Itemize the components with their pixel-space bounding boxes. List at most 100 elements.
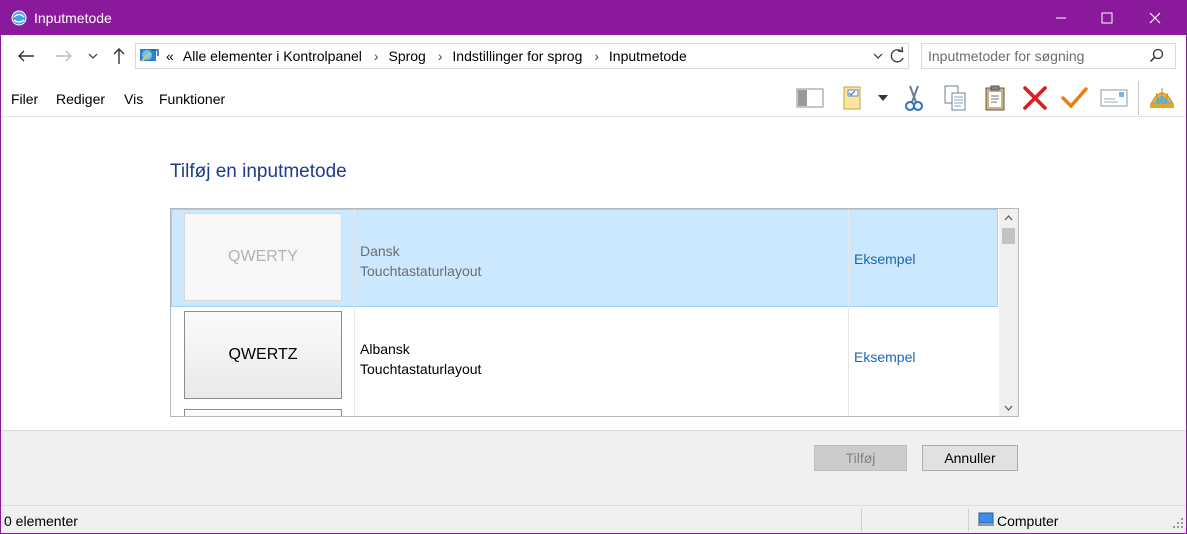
vertical-scrollbar[interactable] — [999, 209, 1018, 416]
recent-locations-button[interactable] — [84, 45, 102, 67]
control-panel-icon — [10, 9, 28, 27]
layout-name: Touchtastaturlayout — [360, 361, 482, 377]
page-title: Tilføj en inputmetode — [170, 161, 347, 182]
input-method-list[interactable]: QWERTY Dansk Touchtastaturlayout Eksempe… — [170, 208, 1019, 417]
minimize-button[interactable] — [1038, 1, 1084, 35]
breadcrumb-chevron-icon[interactable]: › — [438, 48, 443, 64]
chevron-up-icon — [1004, 214, 1013, 220]
paste-icon — [985, 85, 1005, 111]
address-bar[interactable]: « Alle elementer i Kontrolpanel › Sprog › … — [135, 43, 909, 69]
column-divider — [848, 405, 849, 416]
list-item-partial[interactable] — [171, 405, 998, 416]
close-icon — [1149, 12, 1161, 24]
language-info: Albansk Touchtastaturlayout — [360, 339, 481, 379]
menu-edit[interactable]: Rediger — [56, 91, 105, 107]
control-panel-location-icon — [138, 45, 160, 70]
folder-properties-button[interactable] — [839, 83, 869, 113]
computer-icon — [977, 512, 995, 531]
copy-button[interactable] — [940, 83, 970, 113]
layout-pane-button[interactable] — [795, 83, 825, 113]
breadcrumb-item[interactable]: Inputmetode — [609, 48, 687, 64]
arrow-right-icon — [56, 50, 72, 62]
example-link[interactable]: Eksempel — [854, 251, 915, 267]
email-button[interactable] — [1099, 83, 1129, 113]
cancel-button[interactable]: Annuller — [922, 445, 1018, 471]
dialog-footer: Tilføj Annuller — [1, 430, 1186, 506]
list-item[interactable]: QWERTZ Albansk Touchtastaturlayout Eksem… — [171, 307, 998, 405]
resize-grip-icon[interactable] — [1172, 516, 1184, 532]
status-divider — [861, 509, 862, 531]
column-divider — [848, 209, 849, 307]
chevron-down-icon — [873, 53, 883, 59]
cut-button[interactable] — [899, 83, 929, 113]
forward-button[interactable] — [53, 45, 75, 67]
shell-icon — [1150, 88, 1174, 108]
up-button[interactable] — [108, 45, 130, 67]
keyboard-preview: QWERTY — [184, 213, 342, 301]
scroll-down-button[interactable] — [999, 399, 1018, 416]
paste-button[interactable] — [980, 83, 1010, 113]
breadcrumb: « Alle elementer i Kontrolpanel › Sprog › … — [166, 48, 693, 64]
address-dropdown-button[interactable] — [872, 47, 884, 68]
status-bar: 0 elementer Computer — [1, 505, 1186, 533]
breadcrumb-item[interactable]: Sprog — [388, 48, 425, 64]
search-box[interactable] — [921, 43, 1176, 69]
maximize-icon — [1101, 12, 1113, 24]
arrow-left-icon — [18, 50, 34, 62]
toolbar-divider — [1, 116, 1186, 117]
chevron-down-icon — [1004, 405, 1013, 411]
item-count: 0 elementer — [4, 513, 78, 529]
folder-properties-dropdown[interactable] — [873, 83, 893, 113]
menu-view[interactable]: Vis — [124, 91, 143, 107]
search-input[interactable] — [928, 47, 1143, 65]
close-button[interactable] — [1132, 1, 1178, 35]
maximize-button[interactable] — [1084, 1, 1130, 35]
toolbar-separator — [1138, 81, 1139, 115]
check-icon — [1061, 87, 1088, 109]
menu-file[interactable]: Filer — [11, 91, 38, 107]
breadcrumb-item[interactable]: Indstillinger for sprog — [452, 48, 582, 64]
caret-down-icon — [878, 95, 888, 101]
language-name: Dansk — [360, 243, 400, 259]
search-icon[interactable] — [1149, 48, 1165, 67]
scroll-up-button[interactable] — [999, 209, 1018, 226]
add-button[interactable]: Tilføj — [814, 445, 907, 471]
column-divider — [354, 209, 355, 307]
language-name: Albansk — [360, 341, 410, 357]
scroll-thumb[interactable] — [1002, 228, 1015, 244]
window: Inputmetode « Alle elementer i Kontrolpa… — [0, 0, 1187, 534]
column-divider — [848, 307, 849, 405]
cut-icon — [905, 85, 923, 111]
delete-icon — [1023, 86, 1047, 110]
shell-button[interactable] — [1147, 83, 1177, 113]
arrow-up-icon — [113, 48, 125, 64]
refresh-button[interactable] — [888, 46, 906, 69]
layout-pane-icon — [796, 88, 824, 108]
breadcrumb-chevron-icon[interactable]: › — [594, 48, 599, 64]
column-divider — [354, 307, 355, 405]
breadcrumb-overflow[interactable]: « — [166, 48, 174, 64]
keyboard-preview: QWERTZ — [184, 311, 342, 399]
delete-button[interactable] — [1020, 83, 1050, 113]
security-zone: Computer — [997, 513, 1059, 529]
language-info: Dansk Touchtastaturlayout — [360, 241, 481, 281]
breadcrumb-item[interactable]: Alle elementer i Kontrolpanel — [183, 48, 362, 64]
column-divider — [354, 405, 355, 416]
folder-properties-icon — [843, 86, 861, 110]
example-link[interactable]: Eksempel — [854, 349, 915, 365]
copy-icon — [944, 85, 966, 111]
chevron-down-icon — [88, 53, 98, 59]
layout-name: Touchtastaturlayout — [360, 263, 482, 279]
back-button[interactable] — [15, 45, 37, 67]
keyboard-preview — [184, 409, 342, 416]
window-title: Inputmetode — [34, 10, 112, 26]
status-divider — [968, 509, 969, 531]
breadcrumb-chevron-icon[interactable]: › — [374, 48, 379, 64]
apply-button[interactable] — [1059, 83, 1089, 113]
email-icon — [1100, 89, 1128, 107]
menu-tools[interactable]: Funktioner — [159, 91, 225, 107]
list-item[interactable]: QWERTY Dansk Touchtastaturlayout Eksempe… — [171, 209, 998, 307]
minimize-icon — [1056, 17, 1066, 19]
refresh-icon — [890, 46, 904, 63]
title-bar[interactable]: Inputmetode — [1, 1, 1186, 35]
